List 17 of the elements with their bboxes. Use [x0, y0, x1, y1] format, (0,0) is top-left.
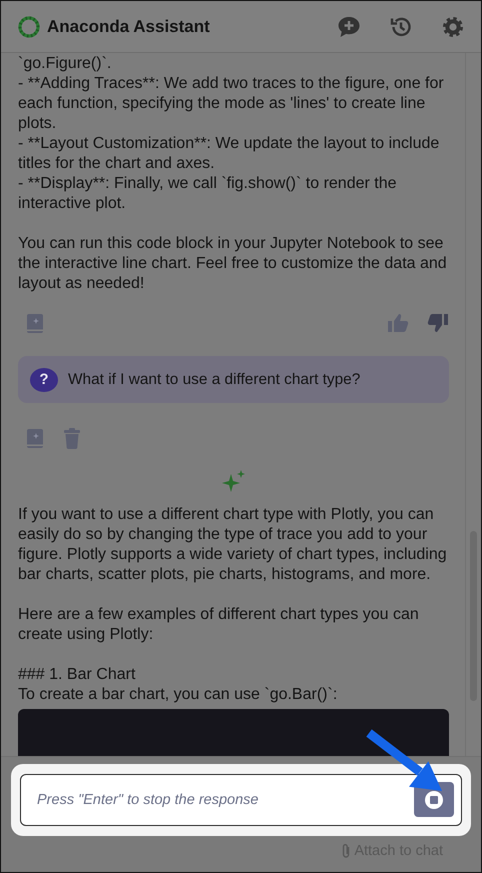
assistant-message: If you want to use a different chart type with Plotly, you can easily do so by changing the type of trace you add to your figure. Plotly supports a wide variety of chart types, including bar charts, scatter plots, pie charts, histograms, and more. Here are a few examples of different chart types you can create using Plotly: ### 1. Bar Chart To create a bar chart, you can use `go.Bar()`:: [18, 505, 448, 705]
new-chat-icon[interactable]: [337, 16, 361, 38]
trash-icon[interactable]: [63, 428, 81, 448]
stop-icon: [424, 790, 444, 810]
thumbs-up-icon[interactable]: [387, 313, 409, 333]
settings-icon[interactable]: [441, 14, 465, 38]
thumbs-down-icon[interactable]: [427, 313, 449, 333]
book-icon[interactable]: [25, 312, 45, 334]
paperclip-icon[interactable]: [341, 843, 352, 859]
history-icon[interactable]: [389, 14, 413, 38]
question-icon: ?: [30, 368, 58, 392]
message-input[interactable]: Press "Enter" to stop the response: [20, 774, 462, 826]
app-title: Anaconda Assistant: [47, 16, 211, 36]
logo-icon: [17, 14, 41, 38]
question-text: What if I want to use a different chart type?: [68, 370, 360, 388]
assistant-message: `go.Figure()`. - **Adding Traces**: We add two traces to the figure, one for each function, specifying the mode as 'lines' to create line plots. - **Layout Customization**: We update the layout to include titles for the chart and axes. - **Display**: Finally, we call `fig.show()` to render the interactive plot. You can run this code block in your Jupyter Notebook to see the interactive line chart. Feel free to customize the data and layout as needed!: [18, 54, 448, 294]
book-icon[interactable]: [25, 428, 45, 448]
